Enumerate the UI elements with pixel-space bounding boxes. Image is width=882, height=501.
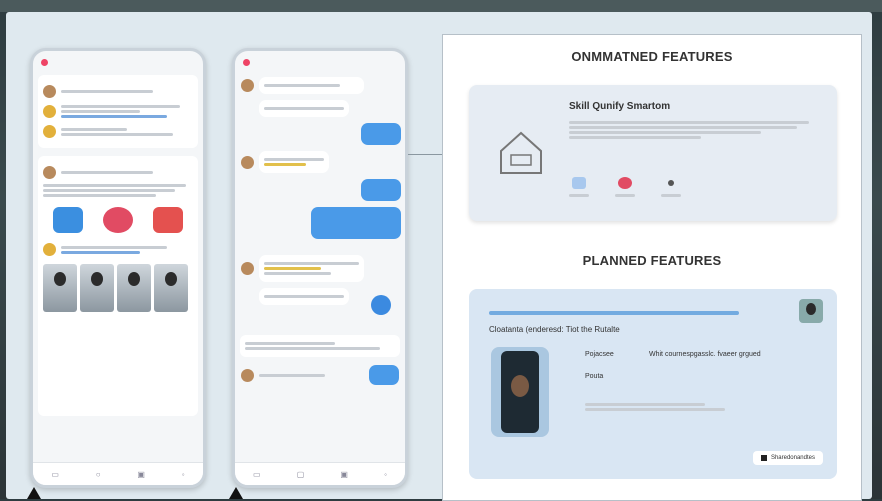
house-icon [500, 131, 542, 174]
notification-card[interactable] [38, 75, 198, 148]
feature-title: Skill Qunify Smartom [569, 101, 671, 112]
heart-icon[interactable] [103, 207, 133, 233]
avatar [241, 79, 254, 92]
features-card: ONMMATNED FEATURES Skill Qunify Smartom … [442, 34, 862, 501]
chat-icon[interactable]: ▢ [297, 470, 305, 479]
person-photo[interactable] [80, 264, 114, 312]
message-bubble-sent [361, 123, 401, 145]
inbox-icon[interactable]: ▣ [137, 470, 145, 479]
current-features-heading: ONMMATNED FEATURES [571, 49, 733, 64]
planned-feature-tile[interactable]: Cloatanta (enderesd: Tiot the Rutalte Po… [469, 289, 837, 479]
people-gallery [43, 264, 193, 312]
grid-icon[interactable] [572, 177, 586, 189]
avatar [43, 243, 56, 256]
cloud-icon[interactable] [53, 207, 83, 233]
avatar [241, 155, 254, 169]
status-bar [235, 51, 405, 73]
status-bar [33, 51, 203, 73]
avatar [43, 105, 56, 118]
avatar [43, 85, 56, 98]
connector-line [408, 154, 444, 155]
profile-icon[interactable]: ◦ [182, 470, 185, 479]
field-label: Pojacsee [585, 351, 614, 358]
phone-feed: ▭ ○ ▣ ◦ [30, 48, 206, 488]
message-bubble-sent [311, 207, 401, 239]
message-bubble [259, 255, 364, 282]
avatar [241, 262, 254, 275]
message-bubble-sent [361, 179, 401, 201]
message-bubble [259, 100, 349, 117]
post-card[interactable] [38, 156, 198, 416]
message-bubble [259, 288, 349, 305]
share-icon [760, 455, 767, 461]
feature-tile[interactable]: Skill Qunify Smartom [469, 85, 837, 221]
app-logo-icon [41, 58, 48, 66]
description-lines [585, 401, 785, 413]
phone-chat: ▭ ▢ ▣ ◦ [232, 48, 408, 488]
search-icon[interactable]: ○ [96, 470, 101, 479]
feature-description [569, 119, 809, 141]
home-icon[interactable]: ▭ [253, 470, 261, 479]
up-arrow-icon [229, 487, 243, 499]
bottom-nav: ▭ ○ ▣ ◦ [33, 462, 203, 485]
planned-feature-subtitle: Cloatanta (enderesd: Tiot the Rutalte [489, 325, 620, 334]
shop-icon[interactable] [153, 207, 183, 233]
app-logo-icon [243, 58, 250, 66]
share-button[interactable]: Sharedonandtes [752, 451, 823, 465]
background-strip [0, 0, 882, 12]
message-bubble [259, 151, 329, 173]
inbox-icon[interactable]: ▣ [340, 470, 348, 479]
person-photo[interactable] [154, 264, 188, 312]
message-bubble [259, 77, 364, 94]
field-label: Pouta [585, 373, 604, 380]
bottom-nav: ▭ ▢ ▣ ◦ [235, 462, 405, 485]
video-call-preview[interactable] [491, 347, 549, 437]
planned-feature-title [489, 309, 739, 317]
compose-button[interactable] [371, 295, 391, 315]
star-icon[interactable] [668, 180, 674, 186]
home-icon[interactable]: ▭ [51, 470, 59, 479]
field-value: Whit cournespgasslc. fvaeer grgued [649, 351, 761, 358]
avatar [241, 368, 254, 382]
planned-features-heading: PLANNED FEATURES [582, 253, 722, 268]
avatar [43, 125, 56, 138]
avatar [799, 299, 823, 323]
drop-icon[interactable] [618, 177, 632, 189]
person-photo[interactable] [43, 264, 77, 312]
feature-icons [569, 177, 681, 199]
avatar [43, 166, 56, 179]
profile-icon[interactable]: ◦ [384, 470, 387, 479]
person-photo[interactable] [117, 264, 151, 312]
thread-summary[interactable] [240, 335, 400, 357]
message-bubble-sent [369, 365, 399, 385]
up-arrow-icon [27, 487, 41, 499]
